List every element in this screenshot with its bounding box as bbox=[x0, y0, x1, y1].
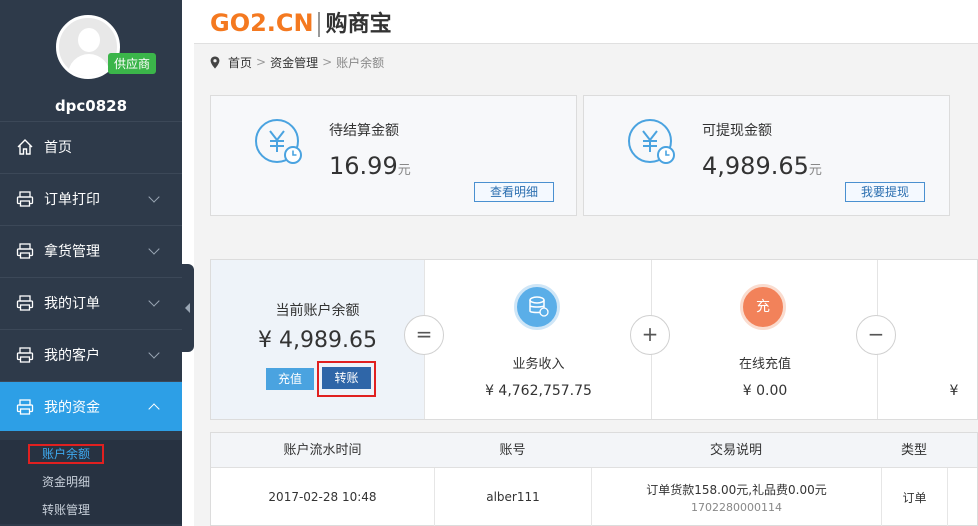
breadcrumb-separator-icon: > bbox=[322, 55, 333, 69]
sidebar-item-label: 我的订单 bbox=[44, 295, 100, 312]
business-income-value: ¥ 4,762,757.75 bbox=[485, 383, 592, 399]
sidebar-subitem-fund-details[interactable]: 资金明细 bbox=[0, 468, 182, 496]
chevron-up-icon bbox=[148, 403, 160, 415]
sidebar-item-label: 我的资金 bbox=[44, 399, 100, 416]
recharge-button[interactable]: 充值 bbox=[266, 368, 314, 390]
location-pin-icon bbox=[210, 56, 220, 69]
sidebar-subitem-transfer-mgmt[interactable]: 转账管理 bbox=[0, 496, 182, 524]
home-icon bbox=[16, 138, 34, 156]
printer-icon bbox=[16, 346, 34, 364]
transactions-table: 账户流水时间 账号 交易说明 类型 2017-02-28 10:48 alber… bbox=[210, 432, 978, 526]
cell-description-order-no: 1702280000114 bbox=[691, 500, 782, 514]
cell-type: 订单 bbox=[881, 468, 947, 526]
withdrawable-balance-card: 可提现金额 4,989.65元 我要提现 bbox=[583, 95, 950, 216]
chevron-down-icon bbox=[148, 295, 160, 307]
sidebar-item-order-print[interactable]: 订单打印 bbox=[0, 173, 182, 223]
profile: 供应商 dpc0828 bbox=[0, 0, 182, 121]
current-balance-value: ¥ 4,989.65 bbox=[258, 328, 377, 353]
business-income-column: 业务收入 ¥ 4,762,757.75 bbox=[424, 260, 651, 419]
column-header-type: 类型 bbox=[900, 443, 927, 458]
sidebar-item-goods[interactable]: 拿货管理 bbox=[0, 225, 182, 275]
sidebar-item-label: 拿货管理 bbox=[44, 243, 100, 260]
sidebar-subitem-balance[interactable]: 账户余额 bbox=[0, 440, 182, 468]
printer-icon bbox=[16, 398, 34, 416]
cell-description: 订单货款158.00元,礼品费0.00元 1702280000114 bbox=[591, 468, 881, 526]
column-header-description: 交易说明 bbox=[709, 443, 762, 458]
breadcrumb-funds[interactable]: 资金管理 bbox=[270, 54, 318, 71]
sidebar-item-label: 订单打印 bbox=[44, 191, 100, 208]
current-balance-label: 当前账户余额 bbox=[275, 303, 360, 319]
sidebar-item-home[interactable]: 首页 bbox=[0, 121, 182, 171]
printer-icon bbox=[16, 294, 34, 312]
yen-clock-icon bbox=[253, 117, 305, 169]
sidebar: 供应商 dpc0828 首页 订单打印 拿货管理 我的订单 我的客户 我的资金 … bbox=[0, 0, 182, 526]
online-recharge-value: ¥ 0.00 bbox=[742, 383, 788, 399]
logo[interactable]: GO2.CN 购商宝 bbox=[210, 6, 392, 38]
table-header: 账户流水时间 账号 交易说明 类型 bbox=[211, 433, 977, 468]
pending-balance-card: 待结算金额 16.99元 查看明细 bbox=[210, 95, 577, 216]
view-details-button[interactable]: 查看明细 bbox=[474, 182, 554, 202]
sidebar-item-my-funds[interactable]: 我的资金 bbox=[0, 381, 182, 431]
cell-time: 2017-02-28 10:48 bbox=[268, 490, 377, 504]
cell-description-main: 订单货款158.00元,礼品费0.00元 bbox=[646, 482, 827, 497]
breadcrumb-separator-icon: > bbox=[256, 55, 267, 69]
header: GO2.CN 购商宝 bbox=[194, 0, 978, 44]
current-balance-panel: 当前账户余额 ¥ 4,989.65 充值 转账 bbox=[211, 260, 424, 419]
breadcrumb: 首页 > 资金管理 > 账户余额 bbox=[194, 44, 978, 80]
pending-label: 待结算金额 bbox=[329, 123, 399, 139]
chevron-down-icon bbox=[148, 191, 160, 203]
coins-icon bbox=[514, 284, 560, 330]
withdrawable-amount: 4,989.65元 bbox=[702, 152, 822, 180]
sidebar-item-my-orders[interactable]: 我的订单 bbox=[0, 277, 182, 327]
partial-value: ¥ bbox=[949, 383, 959, 399]
withdraw-button[interactable]: 我要提现 bbox=[845, 182, 925, 202]
column-header-account: 账号 bbox=[499, 443, 526, 458]
chevron-down-icon bbox=[148, 347, 160, 359]
username: dpc0828 bbox=[54, 97, 128, 115]
online-recharge-label: 在线充值 bbox=[738, 357, 791, 372]
table-row[interactable]: 2017-02-28 10:48 alber111 订单货款158.00元,礼品… bbox=[211, 468, 977, 526]
transfer-button-highlight: 转账 bbox=[317, 361, 376, 397]
breadcrumb-current: 账户余额 bbox=[336, 55, 385, 70]
transfer-button[interactable]: 转账 bbox=[322, 367, 371, 389]
cell-account: alber111 bbox=[434, 468, 591, 526]
sidebar-item-label: 我的客户 bbox=[44, 347, 100, 364]
sidebar-item-label: 首页 bbox=[44, 139, 72, 156]
online-recharge-column: 充 在线充值 ¥ 0.00 bbox=[651, 260, 877, 419]
equals-icon: = bbox=[404, 315, 444, 355]
business-income-label: 业务收入 bbox=[512, 357, 565, 372]
pending-amount: 16.99元 bbox=[329, 152, 411, 180]
plus-icon: + bbox=[630, 315, 670, 355]
chevron-down-icon bbox=[148, 243, 160, 255]
cell-overflow bbox=[947, 468, 977, 526]
role-badge: 供应商 bbox=[108, 53, 157, 74]
sidebar-submenu-funds: 账户余额 资金明细 转账管理 bbox=[0, 440, 182, 524]
breadcrumb-home[interactable]: 首页 bbox=[228, 54, 252, 71]
balance-summary: 当前账户余额 ¥ 4,989.65 充值 转账 业务收入 ¥ 4,762,757… bbox=[210, 259, 978, 420]
yen-clock-icon bbox=[626, 117, 678, 169]
sidebar-item-my-customers[interactable]: 我的客户 bbox=[0, 329, 182, 379]
column-header-time: 账户流水时间 bbox=[283, 443, 362, 458]
withdrawable-label: 可提现金额 bbox=[702, 123, 772, 139]
recharge-icon: 充 bbox=[740, 284, 786, 330]
printer-icon bbox=[16, 190, 34, 208]
minus-icon: − bbox=[856, 315, 896, 355]
printer-icon bbox=[16, 242, 34, 260]
sidebar-collapse-handle[interactable] bbox=[182, 264, 194, 352]
